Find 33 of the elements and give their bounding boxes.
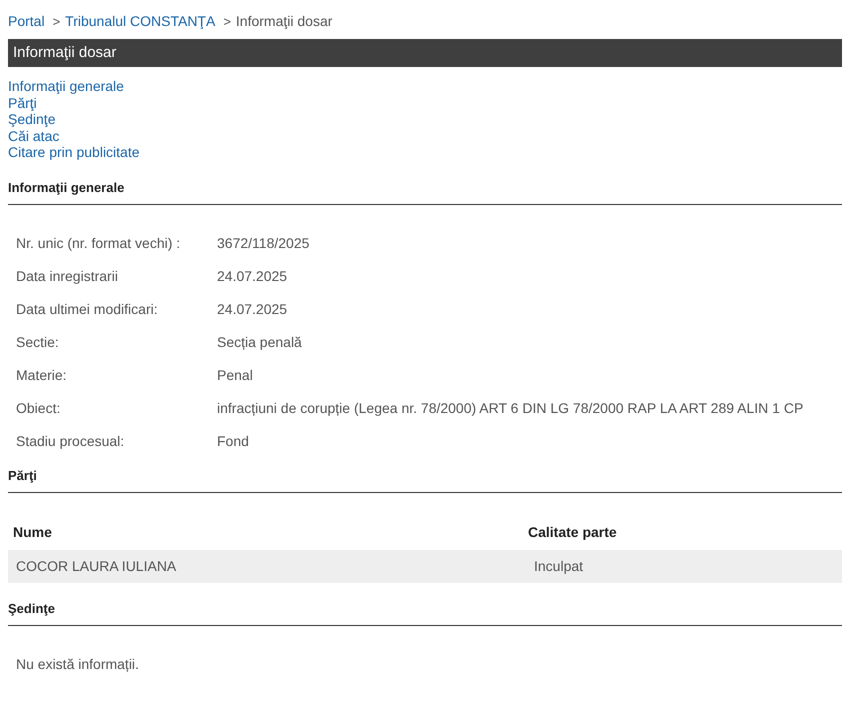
title-bar: Informaţii dosar [8, 39, 842, 67]
empty-message: Nu există informații. [16, 656, 139, 672]
table-cell-text: Inculpat [533, 556, 584, 576]
section-heading: Şedinţe [8, 600, 55, 616]
field-value: 3672/118/2025 [217, 234, 310, 252]
section-heading: Informaţii generale [8, 180, 124, 194]
section-link[interactable]: Informaţii generale [8, 78, 124, 94]
column-header: Calitate parte [528, 522, 617, 542]
field-label: Data ultimei modificari: [15, 300, 159, 318]
breadcrumb-separator: > [52, 13, 60, 31]
breadcrumb-link[interactable]: Tribunalul CONSTANŢA [65, 11, 216, 32]
section-heading: Părţi [8, 468, 37, 482]
field-label: Materie: [15, 366, 68, 384]
section-link[interactable]: Şedinţe [8, 111, 56, 128]
field-label: Nr. unic (nr. format vechi) : [15, 234, 182, 253]
breadcrumb-current: Informaţii dosar [236, 12, 332, 31]
section-link[interactable]: Părţi [8, 94, 37, 111]
field-label: Data inregistrarii [15, 266, 119, 286]
field-value: 24.07.2025 [217, 300, 288, 318]
field-label: Obiect: [15, 398, 62, 418]
field-label: Stadiu procesual: [15, 432, 126, 451]
field-value: infracțiuni de corupție (Legea nr. 78/2000) ART 6 DIN LG 78/2000 RAP LA ART 289 ALIN 1 CP [217, 398, 804, 418]
field-value: Secția penală [217, 332, 302, 352]
table-cell-text: COCOR LAURA IULIANA [15, 556, 178, 576]
section-link[interactable]: Căi atac [8, 128, 60, 144]
field-value: Penal [217, 366, 253, 384]
column-header: Nume [12, 522, 53, 542]
breadcrumb-link[interactable]: Portal [8, 11, 45, 32]
breadcrumb-separator: > [223, 13, 231, 31]
field-label: Sectie: [15, 332, 60, 352]
section-link[interactable]: Citare prin publicitate [8, 144, 140, 160]
field-value: 24.07.2025 [217, 266, 288, 286]
field-value: Fond [217, 432, 249, 450]
